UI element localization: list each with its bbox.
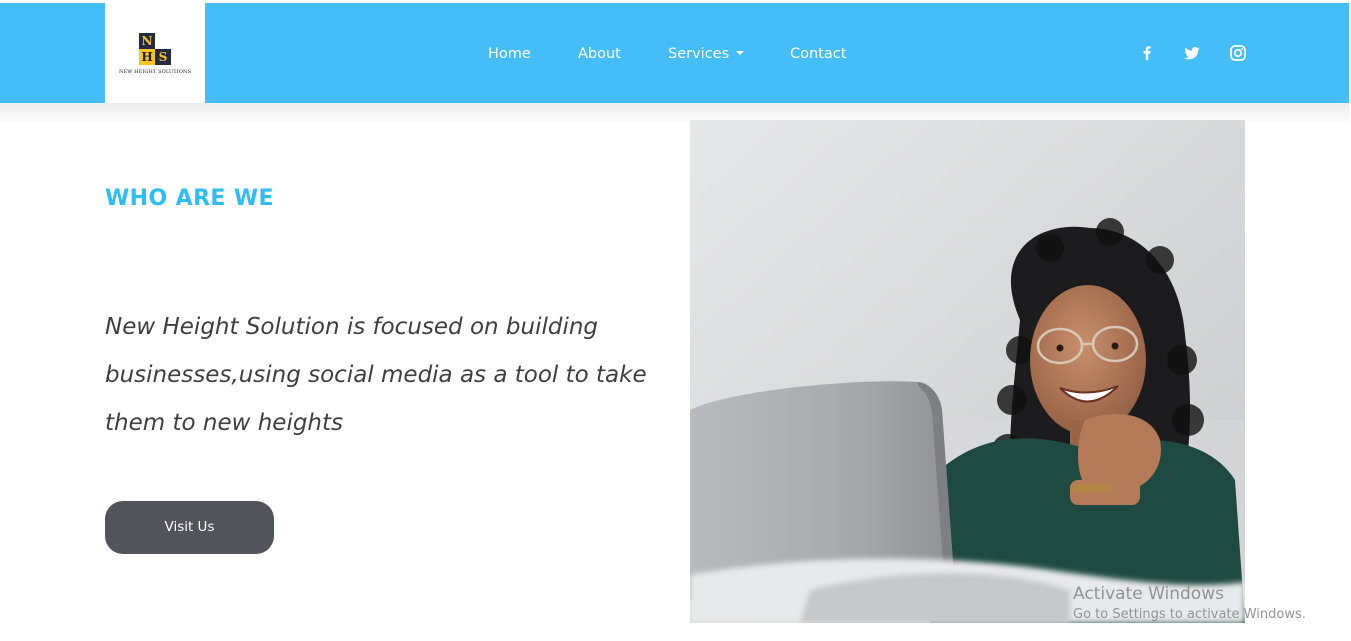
watermark-subtitle: Go to Settings to activate Windows. bbox=[1073, 607, 1306, 622]
nav-contact[interactable]: Contact bbox=[790, 43, 846, 65]
section-heading: WHO ARE WE bbox=[105, 186, 274, 211]
facebook-icon[interactable] bbox=[1138, 44, 1156, 62]
top-navbar: N H S NEW HEIGHT SOLUTIONS Home About Se… bbox=[0, 3, 1349, 103]
logo-caption: NEW HEIGHT SOLUTIONS bbox=[118, 69, 191, 75]
logo-letter-n: N bbox=[139, 33, 155, 49]
nav-about[interactable]: About bbox=[578, 43, 621, 65]
instagram-icon[interactable] bbox=[1229, 44, 1247, 62]
twitter-icon[interactable] bbox=[1183, 44, 1201, 62]
brand-logo[interactable]: N H S NEW HEIGHT SOLUTIONS bbox=[105, 3, 205, 103]
nav-home[interactable]: Home bbox=[488, 43, 531, 65]
logo-letter-s: S bbox=[155, 49, 171, 65]
intro-text: New Height Solution is focused on buildi… bbox=[105, 314, 647, 436]
woman-with-laptop-photo bbox=[690, 120, 1245, 623]
logo-blank-cell bbox=[155, 33, 171, 49]
logo-letter-h: H bbox=[139, 49, 155, 65]
visit-us-button[interactable]: Visit Us bbox=[105, 501, 274, 554]
caret-down-icon bbox=[736, 50, 745, 55]
windows-activation-watermark: Activate Windows Go to Settings to activ… bbox=[1073, 583, 1306, 624]
logo-mark-icon: N H S bbox=[138, 32, 172, 66]
nav-services-label: Services bbox=[668, 46, 730, 62]
nav-services-dropdown[interactable]: Services bbox=[668, 43, 745, 65]
watermark-title: Activate Windows bbox=[1073, 584, 1224, 604]
